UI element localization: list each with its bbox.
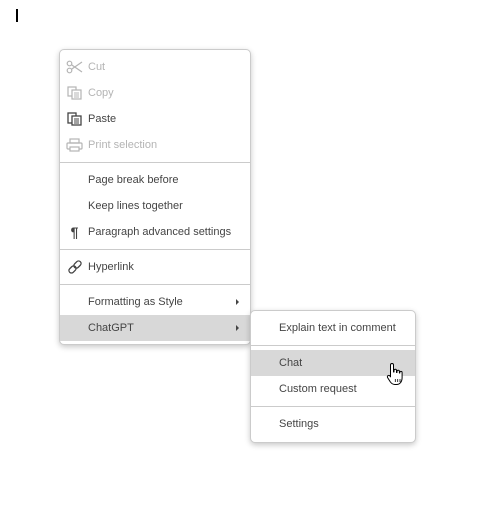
menu-item-chatgpt[interactable]: ChatGPT [60, 315, 250, 341]
link-icon [66, 259, 83, 275]
menu-item-label: Keep lines together [88, 200, 183, 212]
menu-item-label: Custom request [279, 383, 357, 395]
menu-item-label: Chat [279, 357, 303, 369]
menu-item-label: Paste [88, 113, 117, 125]
menu-item-label: Cut [88, 61, 106, 73]
menu-item-label: Copy [88, 87, 114, 99]
menu-item-copy[interactable]: Copy [60, 80, 250, 106]
submenu-item-explain-text-in-comment[interactable]: Explain text in comment [251, 315, 415, 341]
menu-item-label: Formatting as Style [88, 296, 183, 308]
menu-item-label: Explain text in comment [279, 322, 396, 334]
scissors-icon [66, 59, 83, 75]
menu-item-label: Settings [279, 418, 319, 430]
menu-item-paste[interactable]: Paste [60, 106, 250, 132]
text-caret [16, 9, 18, 22]
menu-item-hyperlink[interactable]: Hyperlink [60, 254, 250, 280]
printer-icon [66, 137, 83, 153]
menu-item-label: Page break before [88, 174, 179, 186]
hand-pointer-icon [386, 363, 403, 385]
pilcrow-icon: ¶ [70, 224, 79, 240]
paste-icon [66, 111, 83, 127]
menu-separator [60, 284, 250, 285]
chevron-right-icon [236, 325, 239, 331]
copy-icon [66, 85, 83, 101]
menu-item-keep-lines-together[interactable]: Keep lines together [60, 193, 250, 219]
menu-item-label: Hyperlink [88, 261, 134, 273]
menu-separator [251, 406, 415, 407]
menu-item-label: Paragraph advanced settings [88, 226, 232, 238]
menu-separator [60, 162, 250, 163]
menu-item-cut[interactable]: Cut [60, 54, 250, 80]
submenu-item-settings[interactable]: Settings [251, 411, 415, 437]
menu-separator [60, 249, 250, 250]
menu-item-label: Print selection [88, 139, 158, 151]
context-menu: Cut Copy Paste Print selection Page brea… [59, 49, 251, 345]
menu-item-print-selection[interactable]: Print selection [60, 132, 250, 158]
menu-item-formatting-as-style[interactable]: Formatting as Style [60, 289, 250, 315]
menu-separator [251, 345, 415, 346]
chevron-right-icon [236, 299, 239, 305]
menu-item-page-break-before[interactable]: Page break before [60, 167, 250, 193]
menu-item-label: ChatGPT [88, 322, 134, 334]
document-page[interactable]: Cut Copy Paste Print selection Page brea… [0, 0, 498, 512]
menu-item-paragraph-advanced-settings[interactable]: ¶ Paragraph advanced settings [60, 219, 250, 245]
